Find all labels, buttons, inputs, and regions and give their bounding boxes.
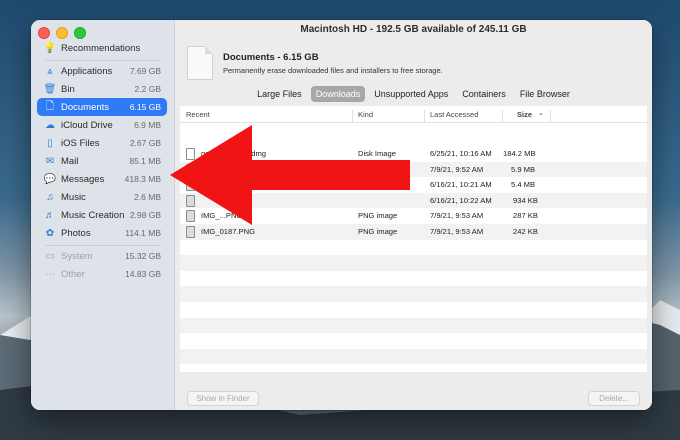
delete-button[interactable]: Delete... — [588, 391, 640, 406]
column-divider — [550, 110, 551, 122]
sidebar-item-system[interactable]: ▭ System 15.32 GB — [37, 247, 167, 265]
sidebar-item-bin[interactable]: 🗑 Bin 2.2 GB — [37, 80, 167, 98]
column-divider — [502, 110, 503, 122]
tab-file-browser[interactable]: File Browser — [515, 86, 575, 102]
zoom-button[interactable] — [74, 27, 86, 39]
sidebar-item-documents[interactable]: 🗋 Documents 6.15 GB — [37, 98, 167, 116]
empty-row — [180, 271, 647, 287]
column-header-last-accessed[interactable]: Last Accessed — [430, 110, 478, 119]
column-header-recent[interactable]: Recent — [186, 110, 210, 119]
png-file-icon — [186, 194, 195, 207]
lightbulb-icon: 💡 — [43, 42, 57, 54]
png-file-icon — [186, 179, 195, 192]
cloud-icon: ☁ — [45, 119, 55, 131]
table-row[interactable]: 6/16/21, 10:21 AM 5.4 MB — [180, 177, 647, 193]
sidebar-item-icloud-drive[interactable]: ☁ iCloud Drive 6.9 MB — [37, 116, 167, 134]
system-icon: ▭ — [45, 250, 55, 262]
table-row[interactable]: IMG_...PNG PNG image 7/9/21, 9:53 AM 287… — [180, 208, 647, 224]
png-file-icon — [186, 210, 195, 223]
close-button[interactable] — [38, 27, 50, 39]
column-divider — [424, 110, 425, 122]
table-row[interactable]: 6/16/21, 10:22 AM 934 KB — [180, 192, 647, 209]
png-file-icon — [186, 226, 195, 238]
tab-containers[interactable]: Containers — [457, 86, 511, 102]
phone-icon: ▯ — [47, 137, 53, 149]
empty-row — [180, 240, 647, 256]
table-row[interactable]: IMG_0187.PNG PNG image 7/9/21, 9:53 AM 2… — [180, 224, 647, 240]
sidebar-divider — [45, 245, 161, 246]
sidebar-item-music-creation[interactable]: ♬ Music Creation 2.98 GB — [37, 206, 167, 224]
sidebar-item-ios-files[interactable]: ▯ iOS Files 2.67 GB — [37, 134, 167, 152]
sidebar-item-other[interactable]: ⋯ Other 14.83 GB — [37, 265, 167, 283]
sidebar-item-recommendations[interactable]: 💡 Recommendations — [37, 39, 167, 57]
column-divider — [352, 110, 353, 122]
music-note-icon: ♫ — [46, 191, 54, 203]
sidebar-divider — [45, 60, 161, 61]
table-header: Recent Kind Last Accessed Size ⌄ — [180, 106, 647, 123]
empty-row — [180, 333, 647, 349]
tab-downloads[interactable]: Downloads — [310, 86, 366, 102]
sidebar-item-messages[interactable]: 💬 Messages 418.3 MB — [37, 170, 167, 188]
music-creation-icon: ♬ — [45, 209, 55, 221]
category-title: Documents - 6.15 GB — [223, 52, 319, 63]
empty-row — [180, 302, 647, 318]
storage-window: 💡 Recommendations ⩓ Applications 7.69 GB… — [31, 20, 652, 410]
table-row[interactable]: googlechrome.dmg Disk Image 6/25/21, 10:… — [180, 146, 647, 162]
trash-icon: 🗑 — [43, 83, 57, 95]
document-icon: 🗋 — [45, 100, 55, 112]
photos-icon: ✿ — [45, 227, 55, 239]
empty-row — [180, 348, 647, 365]
sidebar-item-applications[interactable]: ⩓ Applications 7.69 GB — [37, 62, 167, 80]
files-table: Recent Kind Last Accessed Size ⌄ googlec… — [180, 106, 647, 372]
column-header-kind[interactable]: Kind — [358, 110, 373, 119]
applications-icon: ⩓ — [47, 65, 53, 77]
category-description: Permanently erase downloaded files and i… — [223, 66, 443, 75]
sidebar-item-mail[interactable]: ✉ Mail 85.1 MB — [37, 152, 167, 170]
empty-row — [180, 317, 647, 334]
show-in-finder-button[interactable]: Show in Finder — [187, 391, 259, 406]
speech-bubble-icon: 💬 — [43, 173, 57, 185]
empty-row — [180, 255, 647, 271]
minimize-button[interactable] — [56, 27, 68, 39]
tab-bar: Large Files Downloads Unsupported Apps C… — [175, 86, 652, 102]
main-pane: Macintosh HD - 192.5 GB available of 245… — [175, 20, 652, 410]
window-controls — [38, 27, 86, 39]
column-header-size[interactable]: Size — [517, 110, 532, 119]
tab-large-files[interactable]: Large Files — [252, 86, 307, 102]
sidebar: 💡 Recommendations ⩓ Applications 7.69 GB… — [31, 20, 175, 410]
document-large-icon — [187, 46, 213, 80]
footer-bar: Show in Finder Delete... — [175, 386, 652, 410]
more-dots-icon: ⋯ — [45, 268, 55, 280]
tab-unsupported-apps[interactable]: Unsupported Apps — [369, 86, 453, 102]
disk-image-icon — [186, 148, 195, 160]
empty-row — [180, 286, 647, 302]
window-title: Macintosh HD - 192.5 GB available of 245… — [300, 24, 527, 35]
sidebar-item-photos[interactable]: ✿ Photos 114.1 MB — [37, 224, 167, 242]
mail-icon: ✉ — [45, 155, 55, 167]
table-row[interactable]: IMG_0...PNG PNG image 7/9/21, 9:52 AM 5.… — [180, 161, 647, 178]
sidebar-item-music[interactable]: ♫ Music 2.6 MB — [37, 188, 167, 206]
png-file-icon — [186, 163, 195, 176]
category-header: Documents - 6.15 GB Permanently erase do… — [185, 46, 645, 82]
chevron-down-icon[interactable]: ⌄ — [538, 109, 544, 117]
